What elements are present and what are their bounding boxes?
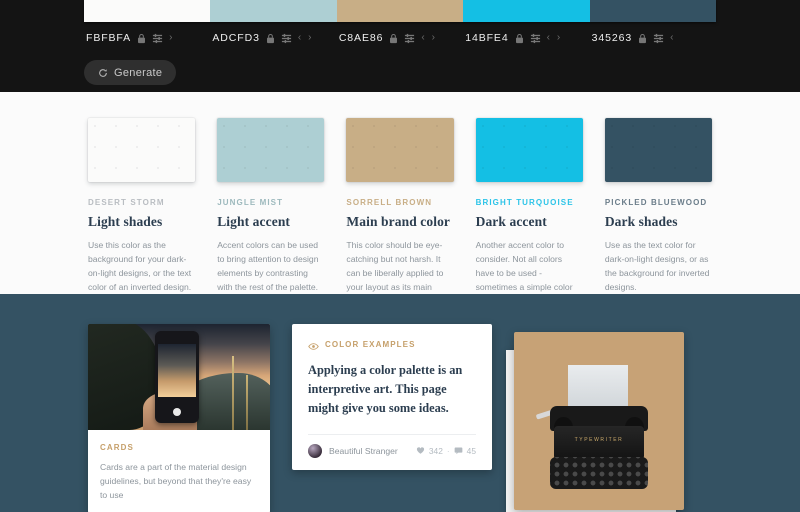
hex-cell-1: ADCFD3 ‹ › — [210, 32, 336, 44]
palette-color-name: BRIGHT TURQUOISE — [475, 198, 574, 207]
sliders-icon[interactable] — [281, 33, 292, 44]
lock-icon[interactable] — [514, 33, 525, 44]
lock-icon[interactable] — [265, 33, 276, 44]
comment-icon[interactable] — [454, 446, 463, 455]
palette-card-title: Dark accent — [475, 214, 547, 229]
like-count: 342 — [428, 445, 443, 456]
next-color-arrow-2[interactable]: › — [431, 33, 436, 43]
hex-cell-0: FBFBFA › — [84, 32, 210, 44]
lock-icon[interactable] — [388, 33, 399, 44]
heart-icon[interactable] — [416, 446, 425, 455]
next-color-arrow-0[interactable]: › — [168, 33, 173, 43]
showcase-section: CARDS Cards are a part of the material d… — [0, 294, 800, 512]
swatch-1[interactable] — [210, 0, 337, 22]
quote-card-text: Applying a color palette is an interpret… — [308, 363, 463, 415]
palette-card-title: Light shades — [88, 214, 163, 229]
hex-code-4[interactable]: 345263 — [592, 32, 632, 44]
palette-card-list: DESERT STORM Light shades Use this color… — [0, 118, 800, 309]
palette-card-light-shades: DESERT STORM Light shades Use this color… — [88, 118, 196, 309]
palette-swatch[interactable] — [346, 118, 454, 182]
lock-icon[interactable] — [136, 33, 147, 44]
generate-button-wrapper: Generate — [84, 60, 800, 85]
photo-card-text: Cards are a part of the material design … — [100, 462, 252, 500]
hex-code-3[interactable]: 14BFE4 — [465, 32, 508, 44]
hex-code-2[interactable]: C8AE86 — [339, 32, 384, 44]
color-swatch-strip — [84, 0, 717, 22]
prev-color-arrow-3[interactable]: ‹ — [546, 33, 551, 43]
palette-card-dark-shades: PICKLED BLUEWOOD Dark shades Use as the … — [604, 118, 713, 309]
palette-card-light-accent: JUNGLE MIST Light accent Accent colors c… — [217, 118, 325, 309]
typewriter-card[interactable]: TYPEWRITER — [514, 332, 684, 510]
photo-card-kicker: CARDS — [100, 443, 134, 452]
palette-color-name: DESERT STORM — [88, 198, 165, 207]
prev-color-arrow-4[interactable]: ‹ — [669, 33, 674, 43]
sliders-icon[interactable] — [530, 33, 541, 44]
palette-card-description: Use this color as the background for you… — [88, 240, 192, 292]
palette-card-title: Main brand color — [346, 214, 451, 229]
prev-color-arrow-1[interactable]: ‹ — [297, 33, 302, 43]
palette-card-title: Light accent — [217, 214, 291, 229]
palette-color-name: PICKLED BLUEWOOD — [604, 198, 708, 207]
quote-card-stats: 342 · 45 — [416, 446, 476, 456]
comment-count: 45 — [466, 445, 476, 456]
quote-card-kicker: COLOR EXAMPLES — [325, 340, 416, 349]
hex-code-0[interactable]: FBFBFA — [86, 32, 131, 44]
photo-card[interactable]: CARDS Cards are a part of the material d… — [88, 324, 270, 512]
top-toolbar: FBFBFA › ADCFD3 ‹ › C8AE86 ‹ › 14BFE4 ‹ — [0, 0, 800, 92]
swatch-4[interactable] — [589, 0, 717, 22]
palette-card-description: Accent colors can be used to bring atten… — [217, 240, 319, 292]
sliders-icon[interactable] — [152, 33, 163, 44]
quote-card[interactable]: COLOR EXAMPLES Applying a color palette … — [292, 324, 492, 470]
hex-cell-3: 14BFE4 ‹ › — [463, 32, 589, 44]
palette-swatch[interactable] — [604, 118, 713, 182]
swatch-0[interactable] — [84, 0, 211, 22]
palette-card-dark-accent: BRIGHT TURQUOISE Dark accent Another acc… — [475, 118, 583, 309]
hex-code-row: FBFBFA › ADCFD3 ‹ › C8AE86 ‹ › 14BFE4 ‹ — [84, 22, 716, 54]
palette-color-name: SORRELL BROWN — [346, 198, 433, 207]
next-color-arrow-1[interactable]: › — [307, 33, 312, 43]
sliders-icon[interactable] — [404, 33, 415, 44]
hex-code-1[interactable]: ADCFD3 — [212, 32, 259, 44]
generate-button[interactable]: Generate — [84, 60, 177, 85]
hex-cell-2: C8AE86 ‹ › — [337, 32, 463, 44]
avatar — [308, 443, 322, 458]
hex-cell-4: 345263 ‹ — [590, 32, 716, 44]
generate-button-label: Generate — [114, 66, 163, 79]
swatch-2[interactable] — [336, 0, 464, 22]
palette-section: DESERT STORM Light shades Use this color… — [0, 92, 800, 306]
palette-swatch[interactable] — [217, 118, 325, 182]
palette-swatch[interactable] — [88, 118, 196, 182]
vintage-typewriter-photo: TYPEWRITER — [535, 365, 655, 489]
palette-color-name: JUNGLE MIST — [217, 198, 284, 207]
showcase-middle-column: COLOR EXAMPLES Applying a color palette … — [292, 324, 492, 512]
showcase-card-list: CARDS Cards are a part of the material d… — [0, 324, 800, 512]
next-color-arrow-3[interactable]: › — [556, 33, 561, 43]
palette-card-description: Use as the text color for dark-on-light … — [604, 240, 710, 292]
sliders-icon[interactable] — [653, 33, 664, 44]
palette-card-title: Dark shades — [604, 214, 678, 229]
typewriter-card-wrapper: TYPEWRITER — [506, 324, 684, 512]
eye-icon — [308, 339, 319, 350]
refresh-icon — [98, 68, 108, 78]
prev-color-arrow-2[interactable]: ‹ — [420, 33, 425, 43]
palette-card-main-brand: SORRELL BROWN Main brand color This colo… — [346, 118, 454, 309]
swatch-3[interactable] — [463, 0, 590, 22]
stat-separator: · — [446, 445, 450, 456]
sunset-phone-photo — [88, 324, 270, 430]
lock-icon[interactable] — [637, 33, 648, 44]
palette-swatch[interactable] — [475, 118, 583, 182]
quote-card-author: Beautiful Stranger — [329, 445, 398, 456]
